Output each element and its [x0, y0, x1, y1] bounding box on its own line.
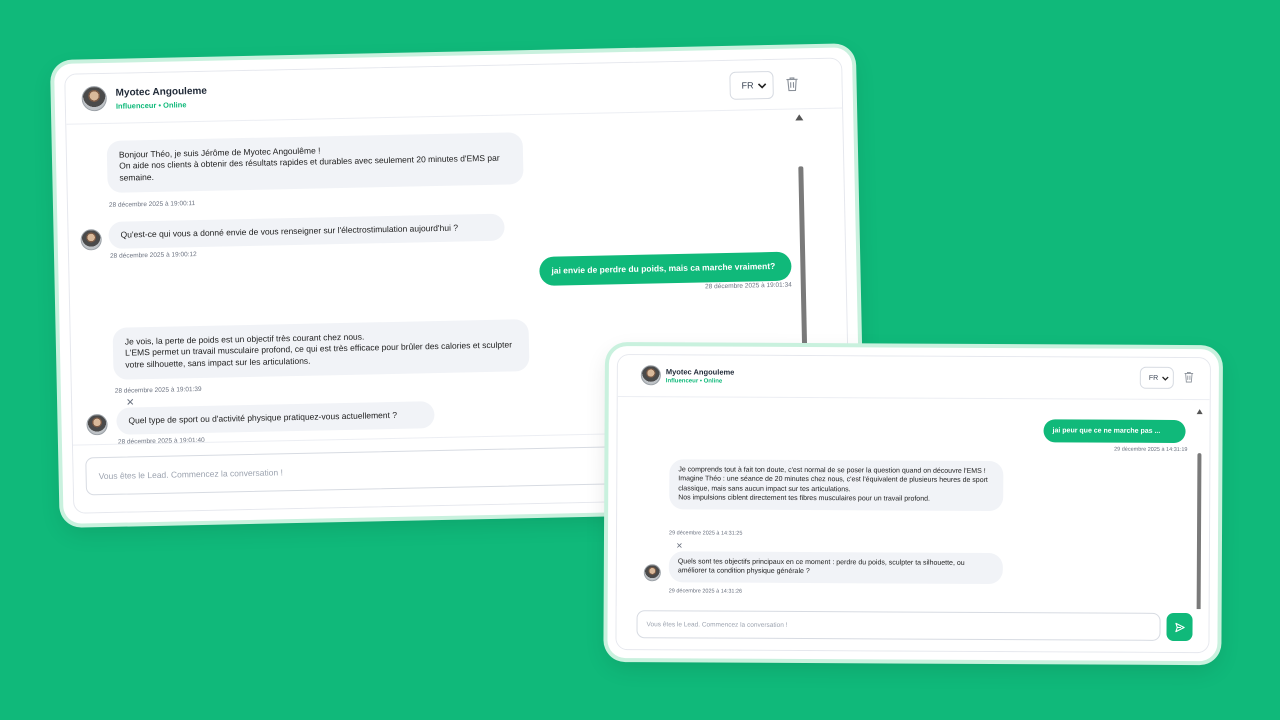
message-bubble-out: jai peur que ce ne marche pas ...	[1043, 419, 1186, 444]
chevron-down-icon	[757, 82, 767, 89]
message-list[interactable]: jai peur que ce ne marche pas ... 29 déc…	[617, 398, 1210, 612]
language-select[interactable]: FR	[1139, 366, 1174, 389]
scroll-up-arrow[interactable]	[1196, 409, 1203, 415]
scroll-up-arrow[interactable]	[795, 114, 804, 121]
message-bubble-in: Bonjour Théo, je suis Jérôme de Myotec A…	[106, 132, 524, 194]
language-select[interactable]: FR	[729, 70, 774, 100]
contact-name: Myotec Angouleme	[665, 367, 735, 377]
language-value: FR	[741, 80, 754, 91]
trash-icon[interactable]	[1184, 371, 1194, 383]
send-icon	[1174, 622, 1185, 632]
chat-window-secondary: Myotec Angouleme Influenceur • Online FR…	[607, 346, 1219, 662]
send-button[interactable]	[1166, 612, 1193, 642]
message-timestamp: 29 décembre 2025 à 14:31:25	[669, 530, 743, 537]
avatar	[81, 85, 107, 112]
message-bubble-in: Je vois, la perte de poids est un object…	[112, 319, 530, 381]
avatar	[640, 365, 661, 386]
message-bubble-in: Qu'est-ce qui vous a donné envie de vous…	[108, 213, 505, 250]
message-bubble-in: Quel type de sport ou d'activité physiqu…	[116, 401, 435, 436]
chat-panel: Myotec Angouleme Influenceur • Online FR…	[615, 354, 1211, 654]
trash-icon[interactable]	[785, 76, 798, 92]
contact-status: Influenceur • Online	[665, 378, 723, 385]
scrollbar-thumb[interactable]	[1196, 453, 1202, 612]
composer: Vous êtes le Lead. Commencez la conversa…	[616, 606, 1209, 653]
message-timestamp: 29 décembre 2025 à 14:31:26	[668, 588, 743, 595]
message-bubble-in: Je comprends tout à fait ton doute, c'es…	[669, 459, 1004, 511]
message-bubble-out: jai envie de perdre du poids, mais ca ma…	[539, 251, 792, 287]
message-timestamp: 28 décembre 2025 à 19:00:11	[108, 200, 196, 209]
avatar	[643, 564, 661, 582]
message-timestamp: 28 décembre 2025 à 19:00:12	[109, 251, 197, 260]
avatar	[80, 229, 102, 251]
chat-header: Myotec Angouleme Influenceur • Online FR	[617, 355, 1210, 401]
message-input[interactable]: Vous êtes le Lead. Commencez la conversa…	[85, 445, 646, 496]
avatar	[86, 413, 108, 436]
language-value: FR	[1148, 374, 1159, 382]
contact-name: Myotec Angouleme	[115, 85, 208, 99]
message-input[interactable]: Vous êtes le Lead. Commencez la conversa…	[636, 610, 1161, 641]
contact-status: Influenceur • Online	[115, 100, 187, 111]
message-timestamp: 29 décembre 2025 à 14:31:19	[1114, 446, 1188, 454]
chevron-down-icon	[1162, 376, 1169, 381]
close-icon[interactable]: ✕	[676, 541, 683, 550]
message-bubble-in: Quels sont tes objectifs principaux en c…	[668, 551, 1003, 584]
message-timestamp: 28 décembre 2025 à 19:01:39	[114, 385, 202, 395]
